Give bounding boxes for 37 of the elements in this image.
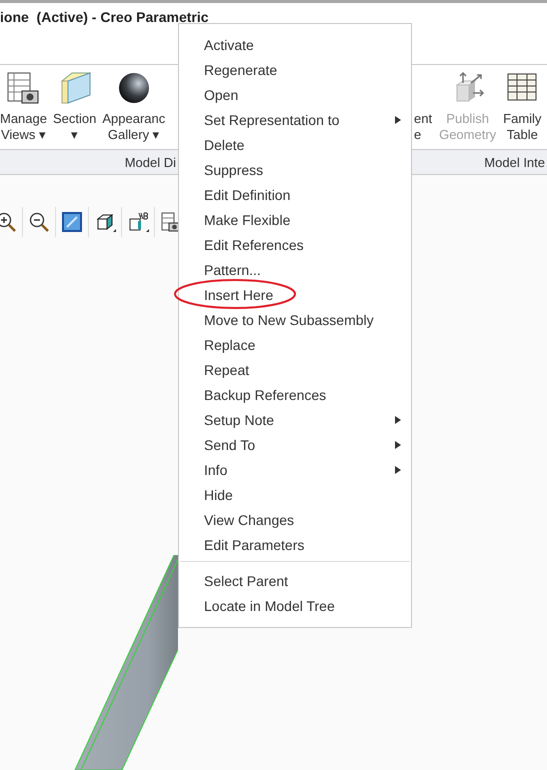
ribbon-button[interactable]: Manage Views ▾ bbox=[0, 65, 47, 143]
menu-item[interactable]: Select Parent bbox=[179, 568, 411, 593]
ribbon-button[interactable]: ent e bbox=[414, 65, 432, 143]
menu-item[interactable]: Edit Parameters bbox=[179, 532, 411, 557]
menu-item[interactable]: Send To bbox=[179, 432, 411, 457]
menu-item[interactable]: Pattern... bbox=[179, 257, 411, 282]
zoom-in-icon[interactable] bbox=[0, 211, 17, 233]
refit-icon[interactable] bbox=[61, 211, 83, 233]
menu-item[interactable]: Info bbox=[179, 457, 411, 482]
menu-item[interactable]: Set Representation to bbox=[179, 107, 411, 132]
ribbon-button[interactable]: Family Table bbox=[503, 65, 542, 143]
menu-item[interactable]: View Changes bbox=[179, 507, 411, 532]
menu-item[interactable]: Open bbox=[179, 82, 411, 107]
table-camera-icon bbox=[6, 71, 40, 105]
menu-item[interactable]: Make Flexible bbox=[179, 207, 411, 232]
menu-item[interactable]: Setup Note bbox=[179, 407, 411, 432]
menu-item[interactable]: Hide bbox=[179, 482, 411, 507]
menu-item[interactable]: Insert Here bbox=[179, 282, 411, 307]
menu-item[interactable]: Replace bbox=[179, 332, 411, 357]
window-title: ione (Active) - Creo Parametric bbox=[0, 9, 209, 25]
zoom-out-icon[interactable] bbox=[28, 211, 50, 233]
menu-item[interactable]: Move to New Subassembly bbox=[179, 307, 411, 332]
menu-item[interactable]: Repeat bbox=[179, 357, 411, 382]
menu-item[interactable]: Suppress bbox=[179, 157, 411, 182]
ribbon-button[interactable]: Section ▾ bbox=[52, 65, 96, 143]
ribbon-button[interactable]: Appearanc Gallery ▾ bbox=[102, 65, 166, 143]
menu-item[interactable]: Edit References bbox=[179, 232, 411, 257]
menu-item[interactable]: Backup References bbox=[179, 382, 411, 407]
group-label: Model Di bbox=[124, 154, 176, 170]
group-label: Model Inte bbox=[484, 154, 545, 170]
menu-item[interactable]: Delete bbox=[179, 132, 411, 157]
menu-item[interactable]: Locate in Model Tree bbox=[179, 593, 411, 618]
cube-icon[interactable] bbox=[94, 211, 116, 233]
sphere-icon bbox=[116, 71, 151, 105]
saved-views-icon[interactable] bbox=[127, 211, 149, 233]
menu-item[interactable]: Edit Definition bbox=[179, 182, 411, 207]
menu-item[interactable]: Regenerate bbox=[179, 57, 411, 82]
